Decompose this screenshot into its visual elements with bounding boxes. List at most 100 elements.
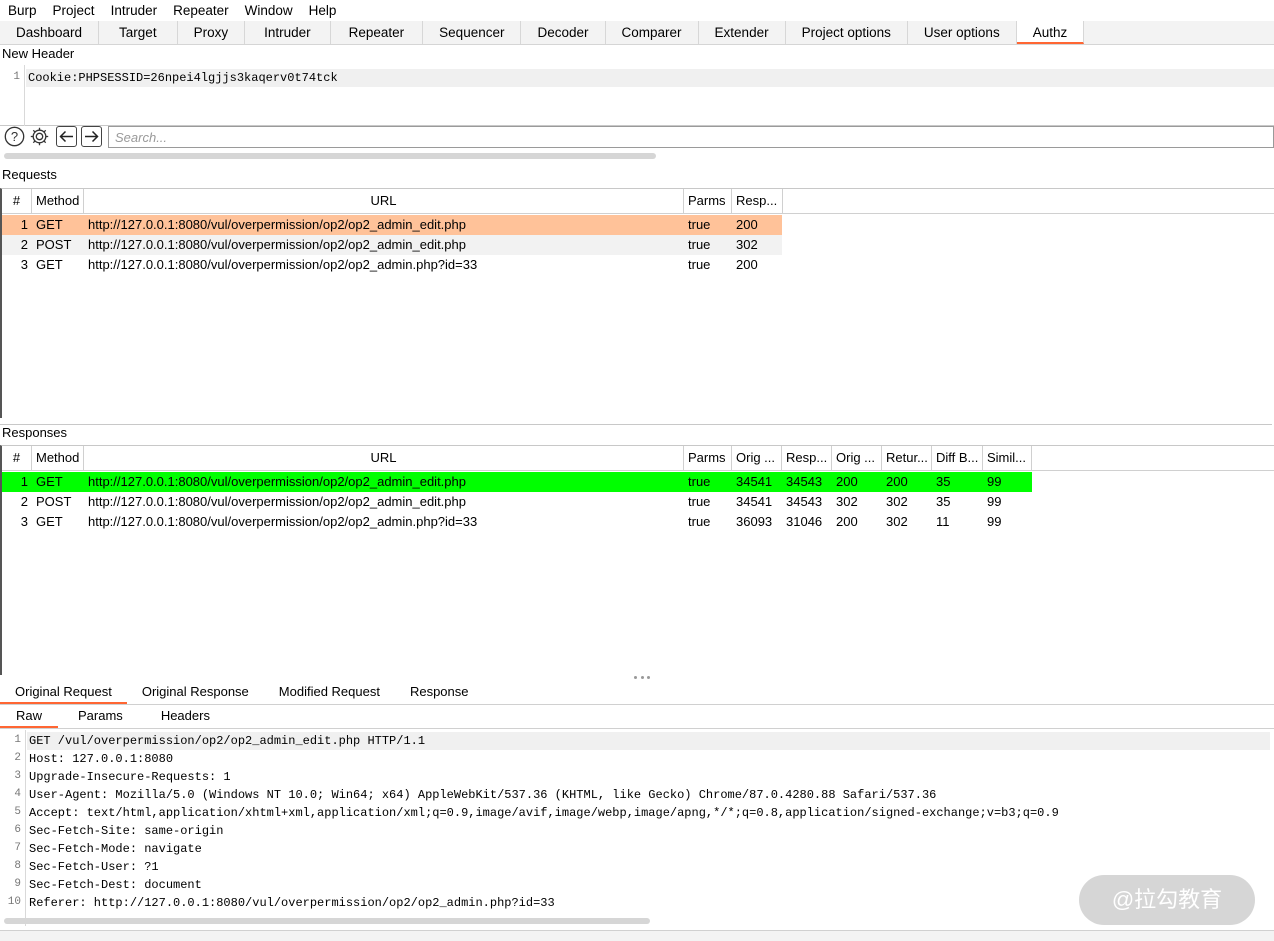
- arrow-right-icon[interactable]: [81, 126, 102, 147]
- column-header[interactable]: #: [2, 446, 32, 471]
- row-parms: true: [688, 494, 711, 509]
- tab-comparer[interactable]: Comparer: [606, 21, 699, 44]
- line-number: 7: [14, 842, 21, 854]
- tab-raw[interactable]: Raw: [0, 705, 59, 728]
- line-number: 6: [14, 824, 21, 836]
- table-row[interactable]: 1 GET http://127.0.0.1:8080/vul/overperm…: [2, 472, 1032, 492]
- row-similarity: 99: [987, 494, 1002, 509]
- row-method: GET: [36, 257, 63, 272]
- column-header[interactable]: Resp...: [782, 446, 832, 471]
- column-header[interactable]: URL: [84, 189, 684, 214]
- code-line: Referer: http://127.0.0.1:8080/vul/overp…: [29, 896, 555, 910]
- line-number: 10: [7, 896, 21, 908]
- tab-original-response[interactable]: Original Response: [127, 681, 264, 704]
- tab-intruder[interactable]: Intruder: [245, 21, 331, 44]
- column-header[interactable]: Parms: [684, 189, 732, 214]
- row-return-code: 200: [886, 474, 908, 489]
- code-line: Upgrade-Insecure-Requests: 1: [29, 770, 231, 784]
- horizontal-scrollbar[interactable]: [4, 918, 650, 924]
- responses-table-header: # Method URL Parms Orig ... Resp... Orig…: [2, 446, 1274, 471]
- arrow-left-icon[interactable]: [56, 126, 77, 147]
- code-line: User-Agent: Mozilla/5.0 (Windows NT 10.0…: [29, 788, 937, 802]
- gear-icon[interactable]: [29, 126, 50, 147]
- row-url: http://127.0.0.1:8080/vul/overpermission…: [88, 257, 478, 272]
- tab-original-request[interactable]: Original Request: [0, 681, 127, 704]
- menu-help[interactable]: Help: [301, 1, 345, 21]
- tab-authz[interactable]: Authz: [1016, 21, 1085, 44]
- line-number: 8: [14, 860, 21, 872]
- tab-modified-request[interactable]: Modified Request: [264, 681, 395, 704]
- row-parms: true: [688, 474, 711, 489]
- column-header[interactable]: Orig ...: [732, 446, 782, 471]
- row-url: http://127.0.0.1:8080/vul/overpermission…: [88, 514, 478, 529]
- splitter-dot: [634, 676, 637, 679]
- row-similarity: 99: [987, 514, 1002, 529]
- menu-window[interactable]: Window: [237, 1, 301, 21]
- tab-sequencer[interactable]: Sequencer: [423, 21, 522, 44]
- column-header[interactable]: Resp...: [732, 189, 783, 214]
- responses-table: # Method URL Parms Orig ... Resp... Orig…: [0, 445, 1274, 675]
- tab-repeater[interactable]: Repeater: [331, 21, 424, 44]
- menu-burp[interactable]: Burp: [0, 1, 45, 21]
- column-header[interactable]: Orig ...: [832, 446, 882, 471]
- watermark: @拉勾教育: [1079, 875, 1255, 925]
- row-resp-length: 31046: [786, 514, 823, 529]
- row-index: 1: [20, 217, 28, 232]
- row-parms: true: [688, 257, 711, 272]
- splitter-dot: [647, 676, 650, 679]
- column-header[interactable]: URL: [84, 446, 684, 471]
- row-url: http://127.0.0.1:8080/vul/overpermission…: [88, 474, 466, 489]
- toolbar: ?: [0, 126, 1274, 152]
- search-input[interactable]: [108, 126, 1274, 148]
- row-similarity: 99: [987, 474, 1002, 489]
- tab-dashboard[interactable]: Dashboard: [0, 21, 100, 44]
- new-header-title: New Header: [2, 46, 75, 61]
- column-header[interactable]: #: [2, 189, 32, 214]
- menu-repeater[interactable]: Repeater: [165, 1, 237, 21]
- column-header[interactable]: Parms: [684, 446, 732, 471]
- tab-target[interactable]: Target: [99, 21, 178, 44]
- tab-response[interactable]: Response: [395, 681, 484, 704]
- row-url: http://127.0.0.1:8080/vul/overpermission…: [88, 494, 466, 509]
- tab-decoder[interactable]: Decoder: [521, 21, 606, 44]
- tab-project-options[interactable]: Project options: [786, 21, 908, 44]
- column-header[interactable]: Method: [32, 446, 84, 471]
- table-row[interactable]: 2 POST http://127.0.0.1:8080/vul/overper…: [2, 235, 782, 255]
- tab-proxy[interactable]: Proxy: [178, 21, 246, 44]
- menu-intruder[interactable]: Intruder: [103, 1, 166, 21]
- requests-title: Requests: [2, 167, 57, 182]
- line-number: 4: [14, 788, 21, 800]
- tab-user-options[interactable]: User options: [908, 21, 1017, 44]
- code-line: GET /vul/overpermission/op2/op2_admin_ed…: [29, 734, 426, 748]
- detail-tab-bar: Original Request Original Response Modif…: [0, 681, 1274, 705]
- svg-text:?: ?: [11, 129, 18, 144]
- view-tab-bar: Raw Params Headers: [0, 705, 1274, 729]
- menu-project[interactable]: Project: [45, 1, 103, 21]
- row-method: GET: [36, 217, 63, 232]
- row-resp-length: 34543: [786, 494, 823, 509]
- table-row[interactable]: 3 GET http://127.0.0.1:8080/vul/overperm…: [2, 512, 1032, 532]
- main-tab-bar: Dashboard Target Proxy Intruder Repeater…: [0, 21, 1274, 45]
- line-number: 1: [0, 65, 25, 126]
- line-number: 1: [14, 734, 21, 746]
- column-header[interactable]: Diff B...: [932, 446, 983, 471]
- new-header-value[interactable]: Cookie:PHPSESSID=26npei4lgjjs3kaqerv0t74…: [26, 69, 1274, 87]
- row-orig-length: 36093: [736, 514, 773, 529]
- horizontal-scrollbar[interactable]: [4, 153, 656, 159]
- column-header[interactable]: Simil...: [983, 446, 1032, 471]
- row-method: GET: [36, 474, 63, 489]
- tab-headers[interactable]: Headers: [143, 705, 228, 728]
- column-header[interactable]: Method: [32, 189, 84, 214]
- tab-params[interactable]: Params: [58, 705, 143, 728]
- new-header-editor[interactable]: 1 Cookie:PHPSESSID=26npei4lgjjs3kaqerv0t…: [0, 65, 1274, 126]
- column-header[interactable]: Retur...: [882, 446, 932, 471]
- row-index: 3: [20, 257, 28, 272]
- table-row[interactable]: 2 POST http://127.0.0.1:8080/vul/overper…: [2, 492, 1032, 512]
- table-row[interactable]: 3 GET http://127.0.0.1:8080/vul/overperm…: [2, 255, 782, 275]
- table-row[interactable]: 1 GET http://127.0.0.1:8080/vul/overperm…: [2, 215, 782, 235]
- row-return-code: 302: [886, 494, 908, 509]
- help-icon[interactable]: ?: [4, 126, 25, 147]
- row-orig-code: 302: [836, 494, 858, 509]
- code-line: Host: 127.0.0.1:8080: [29, 752, 174, 766]
- tab-extender[interactable]: Extender: [699, 21, 786, 44]
